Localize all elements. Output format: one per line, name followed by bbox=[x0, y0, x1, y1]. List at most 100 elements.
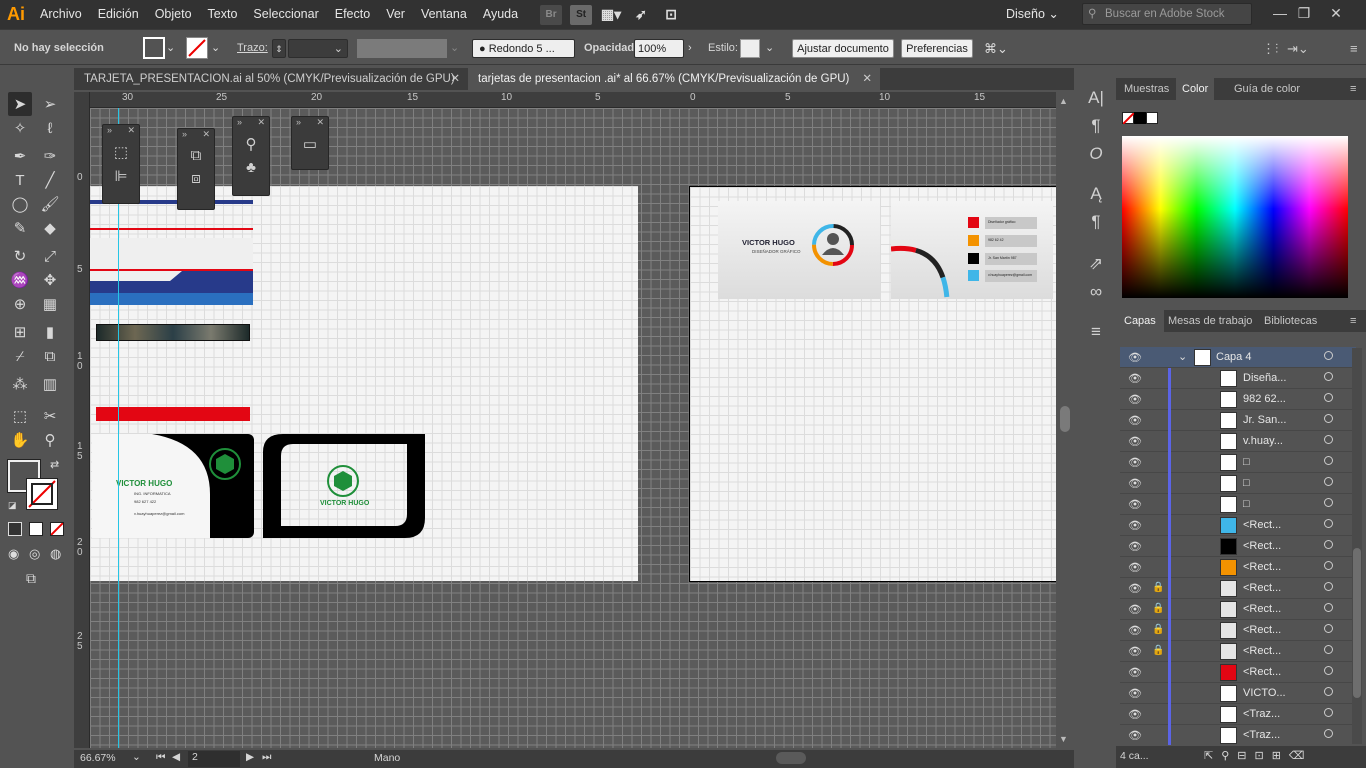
preferences-button[interactable]: Preferencias bbox=[901, 39, 973, 58]
layer-row[interactable]: 👁 <Rect... bbox=[1120, 515, 1356, 536]
gradient-tool-icon[interactable]: ▮ bbox=[38, 320, 62, 344]
stroke-weight-select[interactable]: ⌄ bbox=[288, 39, 348, 58]
vertical-scrollbar[interactable]: ▲ ▼ bbox=[1056, 92, 1074, 748]
target-circle-icon[interactable] bbox=[1324, 603, 1333, 612]
layer-row[interactable]: 👁 <Traz... bbox=[1120, 725, 1356, 745]
curvature-tool-icon[interactable]: ✑ bbox=[38, 144, 62, 168]
close-icon[interactable]: ✕ bbox=[127, 125, 135, 137]
fill-swatch[interactable] bbox=[143, 37, 165, 59]
close-window-button[interactable]: ✕ bbox=[1324, 3, 1348, 23]
white-swatch[interactable] bbox=[1146, 112, 1158, 124]
layer-row[interactable]: 👁 □ bbox=[1120, 473, 1356, 494]
black-swatch[interactable] bbox=[1134, 112, 1146, 124]
color-spectrum[interactable] bbox=[1122, 136, 1348, 298]
swap-fill-stroke-icon[interactable]: ⇄ bbox=[50, 458, 59, 471]
expand-chevron-icon[interactable]: ⌄ bbox=[1178, 350, 1187, 363]
mesh-tool-icon[interactable]: ⊞ bbox=[8, 320, 32, 344]
gpu-rocket-icon[interactable]: ➶ bbox=[630, 5, 652, 25]
visibility-eye-icon[interactable]: 👁 bbox=[1128, 435, 1142, 448]
links-icon[interactable]: ∞ bbox=[1084, 282, 1108, 306]
last-artboard-icon[interactable]: ⏭ bbox=[262, 751, 271, 764]
layers-scrollbar[interactable] bbox=[1352, 348, 1362, 744]
visibility-eye-icon[interactable]: 👁 bbox=[1128, 519, 1142, 532]
scroll-thumb[interactable] bbox=[1060, 406, 1070, 432]
collapse-icon[interactable]: » bbox=[182, 129, 187, 141]
layer-row[interactable]: 👁 <Rect... bbox=[1120, 557, 1356, 578]
scale-tool-icon[interactable]: ⤢ bbox=[38, 244, 62, 268]
direct-selection-tool-icon[interactable]: ➢ bbox=[38, 92, 62, 116]
adjust-document-button[interactable]: Ajustar documento bbox=[792, 39, 894, 58]
layers-scroll-thumb[interactable] bbox=[1353, 548, 1361, 698]
select-similar-icon[interactable]: ⌘⌄ bbox=[984, 39, 1008, 58]
zoom-chevron-icon[interactable]: ⌄ bbox=[132, 751, 141, 763]
tab-mesas-de-trabajo[interactable]: Mesas de trabajo bbox=[1168, 315, 1252, 327]
stroke-stepper[interactable]: ⇕ bbox=[272, 39, 286, 58]
visibility-eye-icon[interactable]: 👁 bbox=[1128, 477, 1142, 490]
layer-row[interactable]: 👁 🔒 <Rect... bbox=[1120, 641, 1356, 662]
layer-row[interactable]: 👁 ⌄ Capa 4 bbox=[1120, 347, 1356, 368]
target-circle-icon[interactable] bbox=[1324, 414, 1333, 423]
pen-tool-icon[interactable]: ✒ bbox=[8, 144, 32, 168]
menu-ayuda[interactable]: Ayuda bbox=[475, 0, 526, 29]
layer-row[interactable]: 👁 🔒 <Rect... bbox=[1120, 620, 1356, 641]
stroke-dropdown-chevron-icon[interactable]: ⌄ bbox=[211, 39, 220, 58]
eraser-tool-icon[interactable]: ◆ bbox=[38, 216, 62, 240]
restore-button[interactable]: ❐ bbox=[1292, 3, 1316, 23]
collapse-icon[interactable]: » bbox=[296, 117, 301, 129]
opacity-input[interactable]: 100% bbox=[634, 39, 684, 58]
guide-line[interactable] bbox=[118, 108, 119, 748]
target-circle-icon[interactable] bbox=[1324, 645, 1333, 654]
menu-objeto[interactable]: Objeto bbox=[147, 0, 200, 29]
lasso-tool-icon[interactable]: ℓ bbox=[38, 116, 62, 140]
touch-workspace-icon[interactable]: ⊡ bbox=[660, 5, 682, 25]
magic-wand-tool-icon[interactable]: ✧ bbox=[8, 116, 32, 140]
layer-row[interactable]: 👁 v.huay... bbox=[1120, 431, 1356, 452]
lock-icon[interactable]: 🔒 bbox=[1152, 603, 1164, 614]
tab-tarjetas-presentacion[interactable]: tarjetas de presentacion .ai* al 66.67% … bbox=[468, 68, 880, 90]
symbols-icon[interactable]: ♣ bbox=[233, 159, 269, 176]
layer-row[interactable]: 👁 <Traz... bbox=[1120, 704, 1356, 725]
menu-ver[interactable]: Ver bbox=[378, 0, 413, 29]
next-artboard-icon[interactable]: ▶ bbox=[246, 751, 254, 763]
gradient-panel-icon[interactable]: ▭ bbox=[292, 135, 328, 153]
visibility-eye-icon[interactable]: 👁 bbox=[1128, 498, 1142, 511]
character-icon[interactable]: A| bbox=[1084, 88, 1108, 112]
default-colors-icon[interactable]: ◪ bbox=[8, 500, 17, 511]
artboard-1[interactable]: VICTOR HUGO ING. INFORMATICA 982 627 422… bbox=[90, 186, 638, 581]
none-mode-icon[interactable] bbox=[50, 522, 64, 536]
target-circle-icon[interactable] bbox=[1324, 687, 1333, 696]
target-circle-icon[interactable] bbox=[1324, 372, 1333, 381]
target-circle-icon[interactable] bbox=[1324, 540, 1333, 549]
close-icon[interactable]: ✕ bbox=[202, 129, 210, 141]
tab-close-icon[interactable]: ✕ bbox=[450, 68, 460, 90]
visibility-eye-icon[interactable]: 👁 bbox=[1128, 393, 1142, 406]
shape-builder-tool-icon[interactable]: ⊕ bbox=[8, 292, 32, 316]
draw-inside-icon[interactable]: ◍ bbox=[50, 546, 61, 562]
transform-icon[interactable]: ⧈ bbox=[178, 170, 214, 187]
hand-tool-icon[interactable]: ✋ bbox=[8, 428, 32, 452]
visibility-eye-icon[interactable]: 👁 bbox=[1128, 624, 1142, 637]
layers-menu-icon[interactable]: ≡ bbox=[1350, 315, 1356, 327]
warp-tool-icon[interactable]: ♒ bbox=[8, 268, 32, 292]
align-icon[interactable]: ⋮⫶ bbox=[1262, 39, 1278, 58]
menu-ventana[interactable]: Ventana bbox=[413, 0, 475, 29]
style-chevron-icon[interactable]: ⌄ bbox=[765, 39, 774, 58]
paragraph-styles-icon[interactable]: ¶ bbox=[1084, 212, 1108, 236]
artboards-icon[interactable]: ⬚ bbox=[103, 143, 139, 161]
visibility-eye-icon[interactable]: 👁 bbox=[1128, 351, 1142, 364]
floating-panel-align[interactable]: » ✕ ⬚ ⊫ bbox=[102, 124, 140, 204]
stock-search-input[interactable]: ⚲ Buscar en Adobe Stock bbox=[1082, 3, 1252, 25]
layer-row[interactable]: 👁 Diseña... bbox=[1120, 368, 1356, 389]
variable-width-profile[interactable] bbox=[357, 39, 447, 58]
tab-muestras[interactable]: Muestras bbox=[1124, 83, 1169, 95]
rotate-tool-icon[interactable]: ↻ bbox=[8, 244, 32, 268]
paragraph-icon[interactable]: ¶ bbox=[1084, 116, 1108, 140]
pathfinder-icon[interactable]: ⧉ bbox=[178, 147, 214, 164]
gradient-mode-icon[interactable] bbox=[29, 522, 43, 536]
fill-dropdown-chevron-icon[interactable]: ⌄ bbox=[166, 39, 175, 58]
stock-button[interactable]: St bbox=[570, 4, 593, 25]
tab-capas[interactable]: Capas bbox=[1116, 310, 1164, 332]
style-swatch[interactable] bbox=[740, 39, 760, 58]
export-icon[interactable]: ⇗ bbox=[1084, 254, 1108, 278]
layers-footer-icons[interactable]: ⇱⚲⊟⊡⊞⌫ bbox=[1204, 749, 1312, 762]
